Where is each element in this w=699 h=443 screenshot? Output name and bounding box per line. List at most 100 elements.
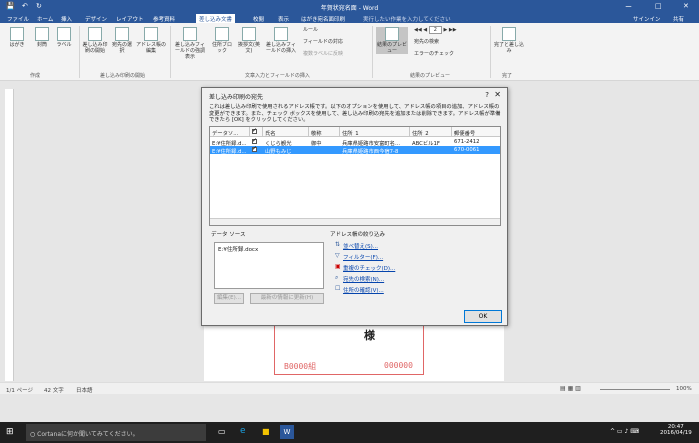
divider (372, 26, 373, 78)
finish-icon (502, 27, 516, 41)
col-check[interactable] (250, 127, 263, 137)
taskbar: ⊞ ○ Cortanaに何か聞いてみてください。 ▭ e ■ W ^ ▭ ♪ ⌨… (0, 422, 699, 443)
cell-check[interactable] (250, 146, 263, 154)
start-icon[interactable]: ⊞ (6, 427, 14, 437)
ribbon: はがき 封筒 ラベル 差し込み印刷の開始 宛先の選択 アドレス帳の編集 差し込み… (0, 23, 699, 81)
select-recipients-button[interactable]: 宛先の選択 (110, 27, 134, 54)
cortana-search[interactable]: ○ Cortanaに何か聞いてみてください。 (26, 424, 206, 441)
sort-link[interactable]: 並べ替え(S)... (343, 242, 378, 250)
finish-merge-button[interactable]: 完了と差し込み (494, 27, 524, 54)
group-label: 結果のプレビュー (410, 73, 451, 79)
task-view-icon[interactable]: ▭ (218, 427, 226, 436)
edge-icon[interactable]: e (240, 426, 246, 436)
postcard-code2: 000000 (384, 361, 413, 370)
help-button[interactable]: ? (485, 91, 489, 99)
maximize-button[interactable]: □ (655, 2, 662, 10)
match-fields-button[interactable]: フィールドの対応 (303, 39, 363, 45)
highlight-icon (183, 27, 197, 41)
check-errors-button[interactable]: エラーのチェック (414, 51, 474, 57)
ribbon-tabs: ファイル ホーム 挿入 デザイン レイアウト 参考資料 差し込み文書 校閲 表示… (0, 13, 699, 23)
edit-button[interactable]: 編集(E)... (214, 293, 244, 304)
dialog-title: 差し込み印刷の宛先 (209, 94, 264, 101)
datasource-label: データ ソース (211, 232, 246, 238)
datasource-item[interactable]: E:¥住所録.docx (218, 247, 258, 253)
cell-addr1: 兵庫県姫路市西今宿7-8 (342, 149, 399, 154)
postcard-button[interactable]: はがき (4, 27, 30, 48)
divider (490, 26, 491, 78)
clock[interactable]: 20:47 2016/04/19 (660, 424, 692, 436)
close-window-button[interactable]: ✕ (683, 2, 689, 10)
cell-addr1: 兵庫県姫路市安富町名... (342, 141, 401, 146)
preview-results-button[interactable]: 結果のプレビュー (376, 27, 408, 54)
word-icon[interactable]: W (280, 425, 294, 439)
title-bar: 💾 ↶ ↻ 年賀状宛名面 - Word ー □ ✕ (0, 0, 699, 13)
view-buttons[interactable]: ▤ ▦ ▥ (560, 385, 581, 392)
ok-button[interactable]: OK (464, 310, 502, 323)
edit-recipients-button[interactable]: アドレス帳の編集 (136, 27, 166, 54)
col-name[interactable]: 氏名 (263, 127, 309, 137)
col-addr1[interactable]: 住所_1 (340, 127, 410, 137)
group-label: 差し込み印刷の開始 (100, 73, 146, 79)
postcard-code1: B0000組 (284, 362, 317, 371)
row-checkbox[interactable] (252, 138, 257, 144)
explorer-icon[interactable]: ■ (262, 427, 270, 436)
record-navigator[interactable]: ◀◀ ◀ 2 ▶ ▶▶ (414, 26, 474, 34)
col-zip[interactable]: 郵便番号 (452, 127, 500, 137)
cell-check[interactable] (250, 138, 263, 146)
vertical-ruler (5, 89, 14, 381)
language[interactable]: 日本語 (76, 386, 93, 394)
address-block-icon (215, 27, 229, 41)
cell-source: E:¥住所録.d... (212, 141, 247, 146)
validate-link[interactable]: 住所の確認(V)... (343, 286, 384, 294)
envelope-icon (35, 27, 49, 41)
group-label: 文章入力とフィールドの挿入 (245, 73, 310, 79)
preview-icon (385, 27, 399, 41)
cell-source: E:¥住所録.d... (212, 149, 247, 154)
envelope-button[interactable]: 封筒 (32, 27, 52, 48)
cell-addr2 (410, 146, 452, 154)
rules-button[interactable]: ルール (303, 27, 353, 33)
filter-link[interactable]: フィルター(F)... (343, 253, 383, 261)
tab-mailings[interactable]: 差し込み文書 (196, 14, 236, 23)
col-datasource[interactable]: データソ... (210, 127, 250, 137)
col-honorific[interactable]: 敬称 (309, 127, 340, 137)
zoom-slider[interactable] (600, 389, 670, 390)
duplicates-link[interactable]: 重複のチェック(D)... (343, 264, 395, 272)
filter-icon: ▽ (335, 252, 340, 259)
start-merge-button[interactable]: 差し込み印刷の開始 (82, 27, 108, 54)
recipients-icon (115, 27, 129, 41)
datasource-list[interactable]: E:¥住所録.docx (214, 242, 324, 289)
horizontal-scrollbar[interactable] (210, 218, 500, 225)
update-labels-button[interactable]: 複数ラベルに反映 (303, 51, 363, 57)
cell-addr2: ABCビル1F (412, 141, 440, 146)
col-addr2[interactable]: 住所_2 (410, 127, 452, 137)
row-checkbox[interactable] (252, 146, 257, 152)
address-block-button[interactable]: 住所ブロック (210, 27, 234, 54)
cell-honorific (309, 146, 340, 154)
dialog-close-button[interactable]: ✕ (494, 90, 501, 99)
page-count[interactable]: 1/1 ページ (6, 386, 33, 394)
insert-field-icon (274, 27, 288, 41)
highlight-fields-button[interactable]: 差し込みフィールドの強調表示 (173, 27, 207, 60)
recipient-grid[interactable]: データソ... 氏名 敬称 住所_1 住所_2 郵便番号 E:¥住所録.d...… (209, 126, 501, 226)
status-bar: 1/1 ページ 42 文字 日本語 ▤ ▦ ▥ 100% (0, 382, 699, 394)
zoom-level[interactable]: 100% (676, 386, 692, 392)
minimize-button[interactable]: ー (625, 2, 632, 12)
honorific-char: 様 (364, 329, 375, 342)
refresh-button[interactable]: 最新の情報に更新(H) (250, 293, 324, 304)
tray-icons[interactable]: ^ ▭ ♪ ⌨ (610, 428, 639, 435)
select-all-checkbox[interactable] (252, 127, 257, 134)
cell-honorific: 御中 (311, 141, 322, 146)
postcard-icon (10, 27, 24, 41)
find-recipient-link[interactable]: 宛先の検索(N)... (343, 275, 384, 283)
group-label: 作成 (30, 73, 41, 79)
label-button[interactable]: ラベル (54, 27, 74, 48)
insert-field-button[interactable]: 差し込みフィールドの挿入 (264, 27, 298, 54)
find-recipient-button[interactable]: 宛先の検索 (414, 39, 474, 45)
divider (79, 26, 80, 78)
cell-zip: 670-0061 (454, 147, 480, 153)
cortana-icon: ○ (30, 431, 36, 438)
word-count[interactable]: 42 文字 (44, 386, 64, 394)
cell-name: 山野もみじ (265, 149, 292, 154)
greeting-line-button[interactable]: 挨拶文(英文) (236, 27, 262, 54)
